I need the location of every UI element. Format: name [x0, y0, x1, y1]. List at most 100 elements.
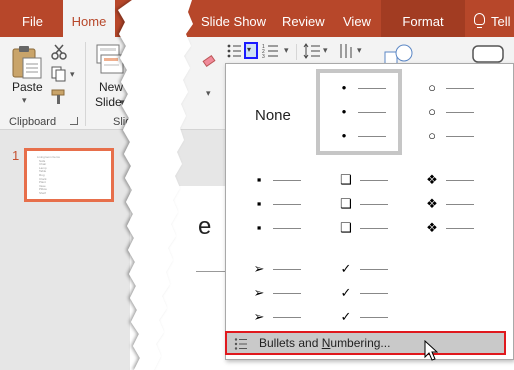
star-bullet-icon: ❖: [426, 196, 438, 211]
bullet-sample-line: [446, 180, 474, 181]
ribbon-separator: [296, 44, 297, 60]
layout-icon[interactable]: [135, 66, 147, 80]
tab-format[interactable]: Format: [381, 0, 465, 37]
tab-view[interactable]: View: [343, 0, 371, 37]
tab-review[interactable]: Review: [282, 0, 325, 37]
paste-icon[interactable]: [11, 44, 43, 80]
filled-round-bullet-icon: •: [341, 80, 347, 95]
hollow-round-bullet-icon: ○: [428, 104, 436, 119]
bullet-sample-line: [360, 269, 388, 270]
bullet-sample-line: [360, 204, 388, 205]
shape-dropdown-icon[interactable]: ▾: [206, 88, 211, 99]
bullet-sample-row: ➢: [231, 284, 317, 302]
checkmark-bullet-icon: ✓: [340, 309, 352, 324]
bullets-and-numbering-label: Bullets and Numbering...: [259, 336, 391, 350]
tab-file[interactable]: File: [22, 0, 43, 37]
mouse-pointer-icon: [424, 340, 438, 361]
bullet-sample-line: [273, 269, 301, 270]
line-spacing-icon[interactable]: [303, 43, 321, 59]
arrow-bullet-icon: ➢: [253, 309, 265, 324]
star-bullet-icon: ❖: [426, 172, 438, 187]
chevron-down-icon: ▾: [247, 45, 252, 54]
quick-styles-icon[interactable]: [472, 44, 508, 64]
line-spacing-dropdown-icon[interactable]: ▾: [323, 45, 328, 56]
hollow-square-bullet-icon: ❑: [340, 172, 352, 187]
ribbon-tab-bar: File Home Slide Show Review View Format …: [0, 0, 514, 37]
bullet-none-label: None: [255, 107, 291, 124]
bullet-style-hollow-round[interactable]: ○ ○ ○: [404, 69, 490, 155]
bullet-sample-row: ▪: [231, 219, 317, 237]
bullet-sample-row: ▪: [231, 171, 317, 189]
bullet-sample-line: [273, 180, 301, 181]
hollow-round-bullet-icon: ○: [428, 128, 436, 143]
bullet-sample-row: ➢: [231, 308, 317, 326]
new-slide-label-1[interactable]: New: [99, 80, 123, 95]
format-painter-icon[interactable]: [51, 89, 67, 105]
bullet-sample-row: ○: [404, 103, 490, 121]
bullet-sample-line: [446, 112, 474, 113]
bullets-icon[interactable]: [226, 42, 242, 60]
bullet-sample-row: ○: [404, 79, 490, 97]
bullet-sample-line: [446, 228, 474, 229]
bullet-sample-line: [446, 88, 474, 89]
bullet-sample-row: ❖: [404, 219, 490, 237]
slide-thumbnail[interactable]: Livingroom Items Sofa Chair Lamp Table Rug Clo…: [24, 148, 114, 202]
arrow-bullet-icon: ➢: [253, 285, 265, 300]
bullets-dropdown-button[interactable]: ▾: [244, 42, 258, 59]
bullets-gallery-menu: None • • • ○ ○ ○ ▪ ▪ ▪ ❑ ❑ ❑ ❖ ❖ ❖ ➢ ➢ ➢ ✓ ✓ ✓: [225, 63, 514, 360]
new-slide-dropdown-icon[interactable]: ▾: [120, 97, 125, 108]
bullet-sample-row: •: [320, 103, 398, 121]
bullet-sample-line: [360, 293, 388, 294]
bullet-sample-row: ✓: [318, 260, 404, 278]
numbering-dropdown-icon[interactable]: ▾: [284, 45, 289, 56]
new-slide-icon[interactable]: [95, 43, 125, 77]
tell-me-box[interactable]: Tell: [491, 0, 511, 37]
slides-group-label: Slide: [113, 116, 138, 128]
bullet-sample-line: [360, 228, 388, 229]
bullet-style-filled-round[interactable]: • • •: [316, 69, 402, 155]
bullet-sample-line: [358, 136, 386, 137]
bullet-style-star[interactable]: ❖ ❖ ❖: [404, 161, 490, 247]
bullet-style-arrow[interactable]: ➢ ➢ ➢: [231, 250, 317, 336]
new-slide-label-2[interactable]: Slide: [95, 95, 122, 110]
text-direction-icon[interactable]: [338, 43, 354, 59]
bullet-style-none[interactable]: None: [231, 69, 317, 155]
cut-icon[interactable]: [51, 44, 67, 60]
paste-dropdown-icon[interactable]: ▾: [22, 95, 27, 106]
bullet-style-checkmark[interactable]: ✓ ✓ ✓: [318, 250, 404, 336]
bullet-sample-line: [273, 228, 301, 229]
eraser-icon[interactable]: [202, 54, 216, 68]
checkmark-bullet-icon: ✓: [340, 261, 352, 276]
ribbon-separator: [85, 42, 86, 126]
bullet-sample-row: •: [320, 127, 398, 145]
bullet-sample-line: [273, 204, 301, 205]
tab-home[interactable]: Home: [63, 0, 115, 37]
copy-dropdown-icon[interactable]: ▾: [70, 69, 75, 80]
tab-slide-show[interactable]: Slide Show: [201, 0, 266, 37]
clipboard-launcher-icon[interactable]: [70, 117, 78, 125]
bullet-style-filled-square[interactable]: ▪ ▪ ▪: [231, 161, 317, 247]
bullet-style-hollow-square[interactable]: ❑ ❑ ❑: [318, 161, 404, 247]
bullet-sample-line: [273, 293, 301, 294]
filled-square-bullet-icon: ▪: [256, 172, 262, 187]
paste-button[interactable]: Paste: [12, 80, 43, 95]
bullet-sample-row: ○: [404, 127, 490, 145]
bullet-list-icon: [234, 338, 247, 350]
numbering-icon[interactable]: 1 2 3: [262, 42, 280, 60]
bullet-sample-line: [446, 204, 474, 205]
slide-title-fragment[interactable]: e: [198, 213, 211, 241]
filled-round-bullet-icon: •: [341, 128, 347, 143]
bullet-sample-row: ✓: [318, 284, 404, 302]
clipboard-group-label: Clipboard: [9, 116, 57, 128]
lightbulb-icon[interactable]: [474, 13, 485, 28]
bullet-sample-line: [358, 88, 386, 89]
slide-number: 1: [12, 148, 20, 163]
hollow-round-bullet-icon: ○: [428, 80, 436, 95]
bullet-sample-row: ❑: [318, 219, 404, 237]
bullet-sample-row: ❖: [404, 195, 490, 213]
text-direction-dropdown-icon[interactable]: ▾: [357, 45, 362, 56]
bullet-sample-row: ➢: [231, 260, 317, 278]
bullet-sample-row: ❑: [318, 195, 404, 213]
copy-icon[interactable]: [51, 66, 67, 82]
bullets-and-numbering-menu-item[interactable]: Bullets and Numbering...: [225, 331, 506, 355]
